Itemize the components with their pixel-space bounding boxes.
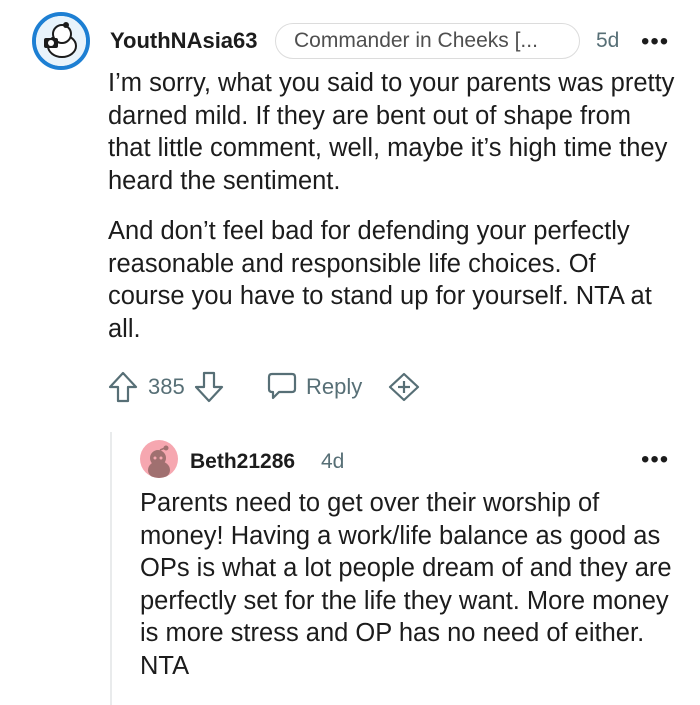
reply-avatar[interactable] [140,440,178,478]
reply-button[interactable]: Reply [306,373,362,401]
award-icon[interactable] [388,372,420,402]
comment-paragraph: I’m sorry, what you said to your parents… [108,69,675,195]
reply-text: Parents need to get over their worship o… [140,489,672,680]
comment-paragraph: And don’t feel bad for defending your pe… [108,217,652,343]
thread-line[interactable] [110,432,112,705]
user-flair: Commander in Cheeks [... [275,23,580,59]
reply-timestamp: 4d [321,450,345,473]
vote-score: 385 [148,374,185,399]
comment-username[interactable]: YouthNAsia63 [110,28,258,54]
reply-body: Parents need to get over their worship o… [140,487,680,682]
more-options-icon[interactable]: ••• [641,448,669,472]
snoo-icon [36,16,86,66]
upvote-icon[interactable] [108,371,138,403]
reply-username[interactable]: Beth21286 [190,450,295,474]
downvote-icon[interactable] [194,371,224,403]
comment-timestamp: 5d [596,29,620,52]
reply-icon[interactable] [266,371,298,401]
snoo-icon [148,445,170,478]
avatar[interactable] [32,12,90,70]
more-options-icon[interactable]: ••• [641,30,669,54]
comment-body: I’m sorry, what you said to your parents… [108,67,678,345]
